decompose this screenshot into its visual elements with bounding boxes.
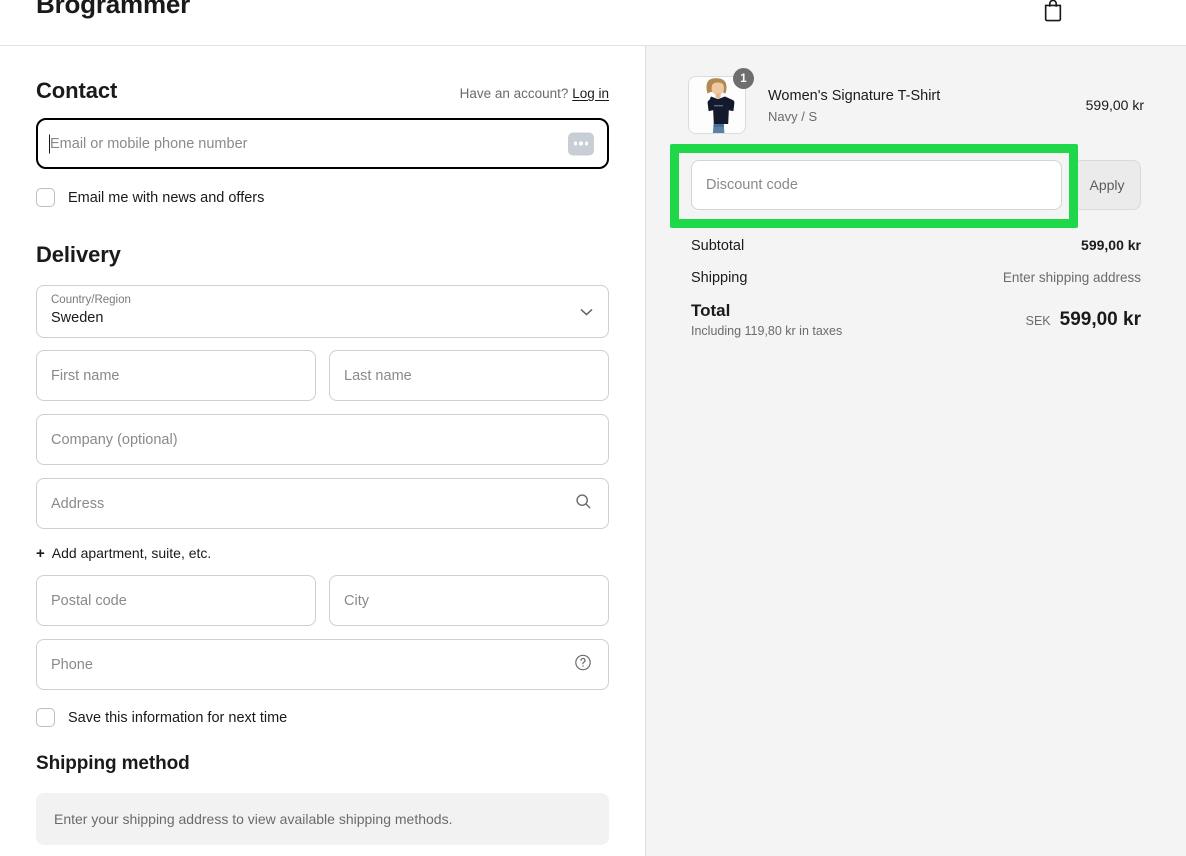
total-label: Total bbox=[691, 301, 731, 320]
total-right: SEK 599,00 kr bbox=[1026, 301, 1141, 331]
discount-code-input[interactable]: Discount code bbox=[691, 160, 1062, 210]
add-apartment-link[interactable]: + Add apartment, suite, etc. bbox=[36, 545, 609, 561]
apply-discount-button[interactable]: Apply bbox=[1073, 160, 1141, 210]
discount-row: Discount code Apply bbox=[688, 160, 1144, 210]
product-variant: Navy / S bbox=[768, 109, 818, 124]
city-placeholder: City bbox=[344, 592, 369, 609]
product-title: Women's Signature T-Shirt bbox=[768, 87, 941, 104]
login-link[interactable]: Log in bbox=[572, 86, 609, 101]
delivery-title: Delivery bbox=[36, 242, 121, 267]
site-header: Brogrammer bbox=[0, 0, 1186, 46]
last-name-field[interactable]: Last name bbox=[329, 350, 609, 401]
shipping-method-notice: Enter your shipping address to view avai… bbox=[36, 793, 609, 845]
total-amount: 599,00 kr bbox=[1059, 309, 1141, 330]
shopping-bag-icon[interactable] bbox=[1042, 0, 1064, 22]
country-value: Sweden bbox=[51, 310, 104, 326]
contact-title: Contact bbox=[36, 78, 118, 103]
order-summary-column: 1 Women's Signature T-Shirt Navy / S 599… bbox=[646, 46, 1186, 856]
company-placeholder: Company (optional) bbox=[51, 431, 178, 448]
address-placeholder: Address bbox=[51, 495, 105, 512]
total-taxes-note: Including 119,80 kr in taxes bbox=[691, 324, 843, 338]
question-circle-icon[interactable] bbox=[574, 653, 592, 676]
add-apartment-label: Add apartment, suite, etc. bbox=[51, 545, 212, 561]
save-info-checkbox[interactable] bbox=[36, 708, 55, 727]
address-field[interactable]: Address bbox=[36, 478, 609, 529]
postal-code-field[interactable]: Postal code bbox=[36, 575, 316, 626]
save-info-checkbox-row[interactable]: Save this information for next time bbox=[36, 708, 609, 727]
subtotal-value: 599,00 kr bbox=[1081, 237, 1141, 253]
total-row: Total Including 119,80 kr in taxes SEK 5… bbox=[688, 301, 1144, 338]
total-currency: SEK bbox=[1025, 314, 1051, 328]
discount-code-placeholder: Discount code bbox=[706, 177, 798, 193]
postal-city-row: Postal code City bbox=[36, 575, 609, 626]
first-name-field[interactable]: First name bbox=[36, 350, 316, 401]
account-prompt: Have an account? Log in bbox=[460, 86, 609, 104]
account-prompt-text: Have an account? bbox=[459, 86, 569, 101]
subtotal-label: Subtotal bbox=[691, 238, 745, 254]
product-thumbnail-wrap: 1 bbox=[688, 68, 754, 134]
ellipsis-autofill-icon[interactable] bbox=[568, 132, 594, 155]
chevron-down-icon bbox=[580, 303, 593, 321]
plus-icon: + bbox=[36, 544, 45, 562]
country-label: Country/Region bbox=[51, 294, 131, 306]
brand-title: Brogrammer bbox=[36, 0, 191, 19]
product-info: Women's Signature T-Shirt Navy / S bbox=[746, 86, 1086, 124]
shipping-label: Shipping bbox=[691, 270, 748, 286]
first-name-placeholder: First name bbox=[51, 367, 120, 384]
checkout-form-column: Contact Have an account? Log in Email or… bbox=[0, 46, 646, 856]
email-field[interactable]: Email or mobile phone number bbox=[36, 118, 609, 169]
order-line-item: 1 Women's Signature T-Shirt Navy / S 599… bbox=[688, 46, 1144, 134]
contact-header: Contact Have an account? Log in bbox=[36, 78, 609, 104]
company-field[interactable]: Company (optional) bbox=[36, 414, 609, 465]
product-price: 599,00 kr bbox=[1085, 97, 1144, 113]
subtotal-row: Subtotal 599,00 kr bbox=[688, 237, 1144, 254]
email-placeholder: Email or mobile phone number bbox=[50, 135, 248, 152]
quantity-badge: 1 bbox=[733, 68, 754, 89]
shipping-method-notice-text: Enter your shipping address to view avai… bbox=[54, 811, 453, 827]
name-row: First name Last name bbox=[36, 350, 609, 401]
newsletter-checkbox-label: Email me with news and offers bbox=[68, 189, 265, 206]
phone-placeholder: Phone bbox=[51, 656, 93, 673]
last-name-placeholder: Last name bbox=[344, 367, 412, 384]
newsletter-checkbox[interactable] bbox=[36, 188, 55, 207]
checkout-page: Brogrammer Contact Have an account? Log … bbox=[0, 0, 1186, 856]
text-caret bbox=[49, 134, 50, 153]
shipping-row: Shipping Enter shipping address bbox=[688, 270, 1144, 286]
city-field[interactable]: City bbox=[329, 575, 609, 626]
shipping-value: Enter shipping address bbox=[1002, 270, 1141, 285]
search-icon[interactable] bbox=[575, 493, 592, 515]
country-select[interactable]: Country/Region Sweden bbox=[36, 285, 609, 338]
postal-code-placeholder: Postal code bbox=[51, 592, 127, 609]
checkout-body: Contact Have an account? Log in Email or… bbox=[0, 46, 1186, 856]
total-left: Total Including 119,80 kr in taxes bbox=[691, 301, 842, 338]
save-info-checkbox-label: Save this information for next time bbox=[68, 709, 288, 726]
phone-field[interactable]: Phone bbox=[36, 639, 609, 690]
shipping-method-title: Shipping method bbox=[36, 753, 190, 774]
newsletter-checkbox-row[interactable]: Email me with news and offers bbox=[36, 188, 609, 207]
